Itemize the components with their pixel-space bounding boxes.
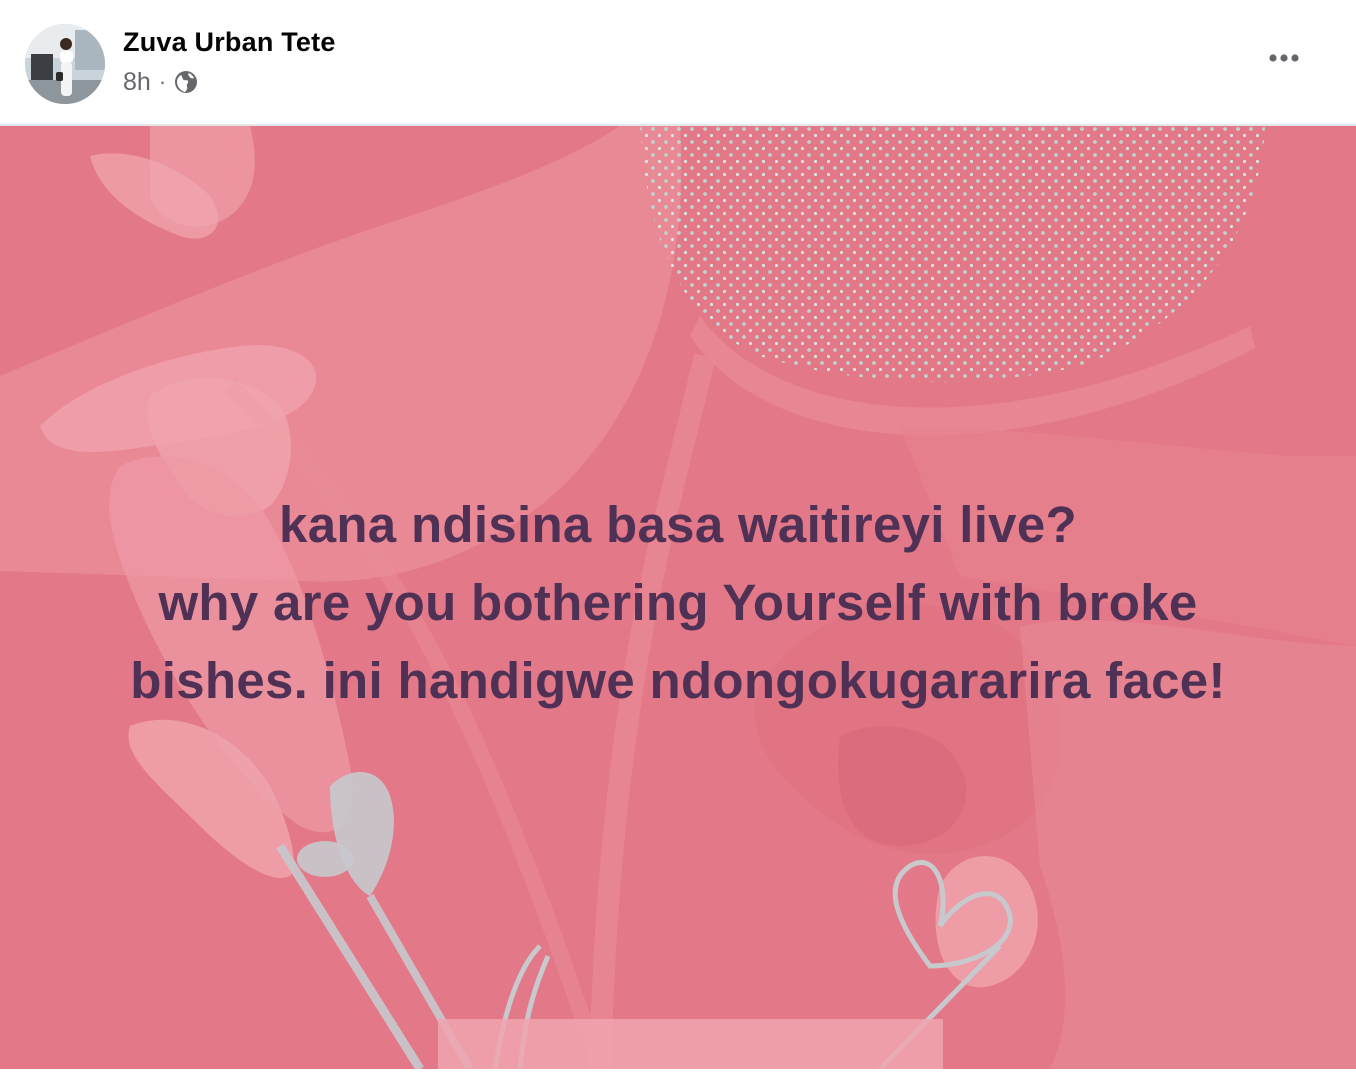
post-text-line: kana ndisina basa waitireyi live? bbox=[279, 496, 1077, 553]
globe-icon[interactable] bbox=[174, 70, 198, 94]
post-text-line: why are you bothering Yourself with brok… bbox=[158, 574, 1198, 631]
bottom-edge bbox=[0, 1069, 1356, 1076]
more-options-button[interactable] bbox=[1264, 40, 1304, 76]
facebook-post: Zuva Urban Tete 8h · kana ndisina basa w… bbox=[0, 0, 1356, 1076]
meta-separator: · bbox=[158, 69, 167, 94]
post-text: kana ndisina basa waitireyi live? why ar… bbox=[0, 486, 1356, 720]
post-text-line: bishes. ini handigwe ndongokugararira fa… bbox=[130, 652, 1226, 709]
more-horizontal-icon bbox=[1269, 54, 1299, 62]
text-background-card: kana ndisina basa waitireyi live? why ar… bbox=[0, 126, 1356, 1069]
author-avatar[interactable] bbox=[25, 24, 105, 104]
post-header: Zuva Urban Tete 8h · bbox=[0, 0, 1356, 124]
profile-photo-icon bbox=[25, 24, 105, 104]
post-meta: 8h · bbox=[123, 68, 198, 96]
post-timestamp[interactable]: 8h bbox=[123, 68, 151, 97]
author-name[interactable]: Zuva Urban Tete bbox=[123, 27, 336, 58]
